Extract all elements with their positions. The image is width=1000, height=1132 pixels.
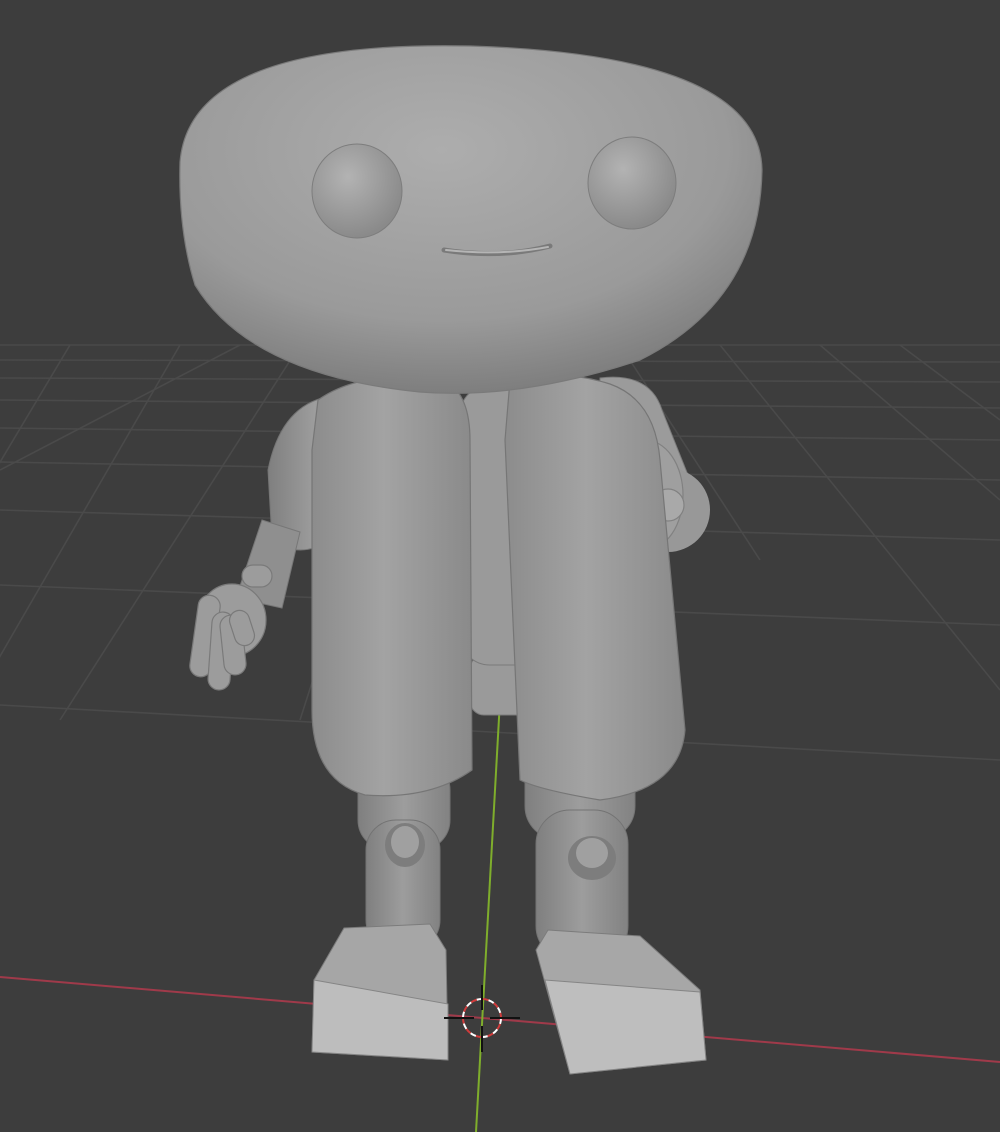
right-foot[interactable]: [535, 929, 707, 1075]
3d-viewport[interactable]: [0, 0, 1000, 1132]
left-eye: [311, 143, 403, 239]
head[interactable]: [179, 45, 763, 394]
torso[interactable]: [311, 374, 686, 801]
3d-cursor-icon[interactable]: [444, 985, 520, 1052]
right-eye: [587, 136, 677, 230]
scene-render: [179, 45, 763, 1075]
left-foot[interactable]: [311, 923, 449, 1061]
left-hand: [189, 564, 273, 691]
